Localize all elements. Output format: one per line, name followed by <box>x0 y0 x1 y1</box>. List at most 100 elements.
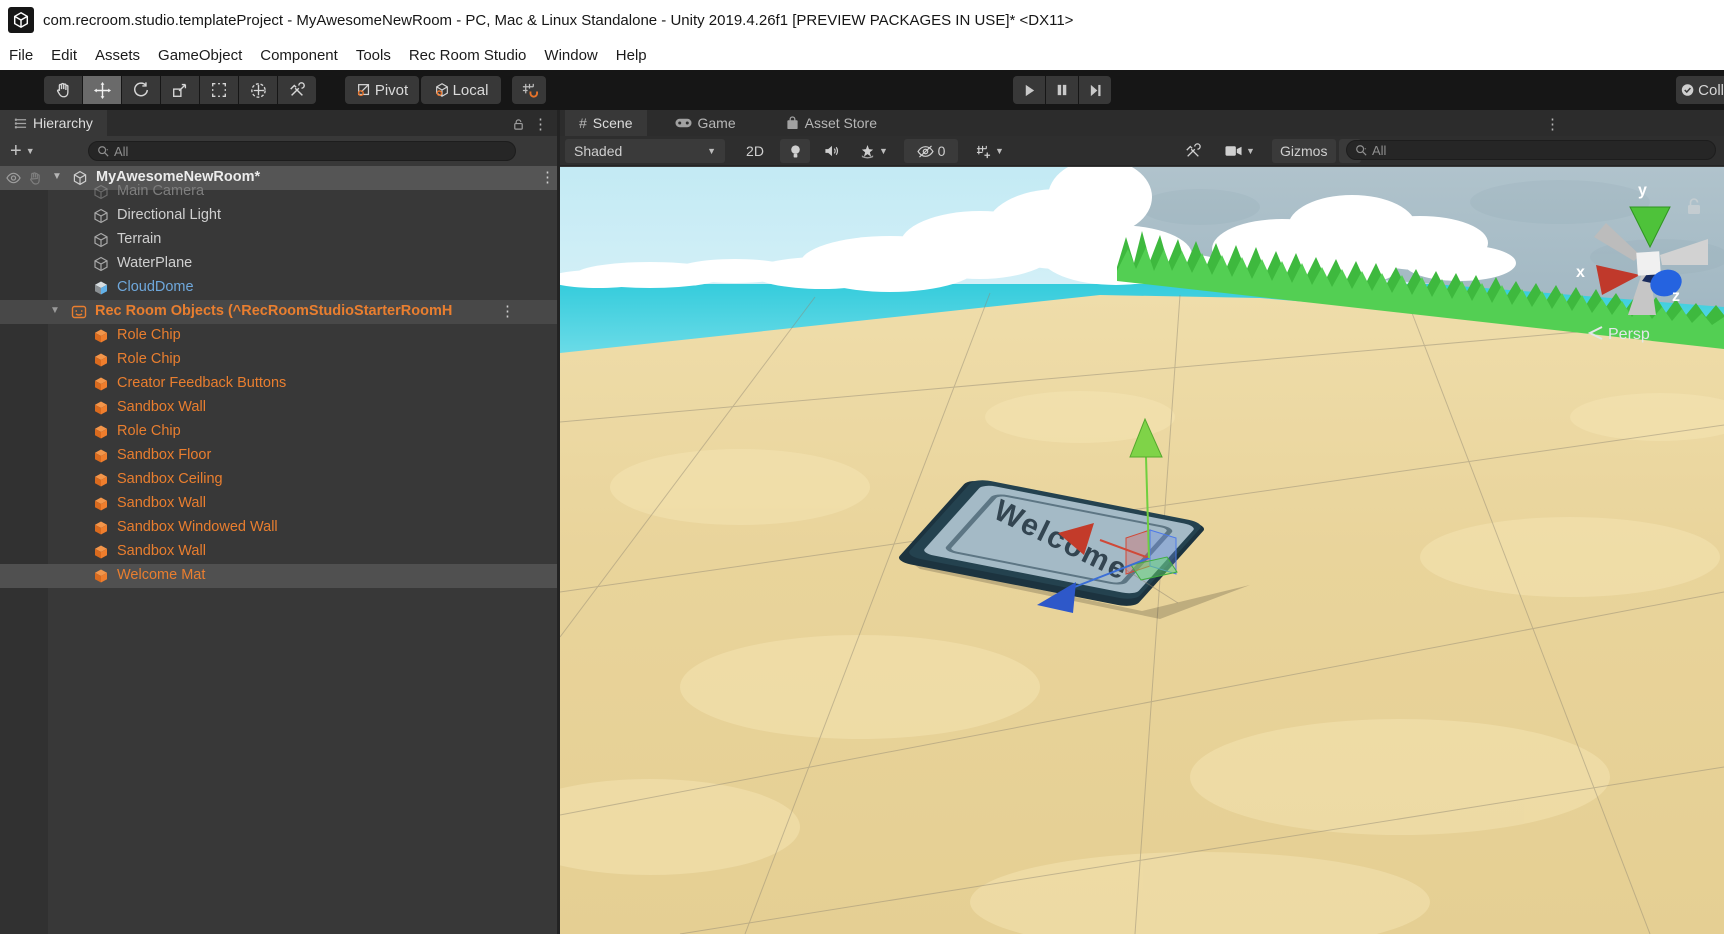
custom-tool-button[interactable] <box>278 76 316 104</box>
item-label: Main Camera <box>117 183 204 199</box>
projection-label[interactable]: Persp <box>1608 326 1650 343</box>
tab-asset-store[interactable]: Asset Store <box>772 110 891 136</box>
menu-file[interactable]: File <box>0 43 42 68</box>
pause-button[interactable] <box>1046 76 1078 104</box>
grid-snapping-button[interactable] <box>512 76 546 104</box>
hierarchy-item-rec-room-objects-recroomstudiostarterroomh[interactable]: ▼ Rec Room Objects (^RecRoomStudioStarter… <box>0 300 557 324</box>
hidden-objects-button[interactable]: 0 <box>904 139 958 163</box>
scene-menu-kebab-icon[interactable]: ⋮ <box>1545 115 1561 133</box>
hierarchy-search-input[interactable]: All <box>88 141 516 161</box>
scene-audio-button[interactable] <box>816 139 846 163</box>
hand-tool-button[interactable] <box>44 76 82 104</box>
menu-assets[interactable]: Assets <box>86 43 149 68</box>
hierarchy-item-sandbox-wall[interactable]: Sandbox Wall <box>0 540 557 564</box>
scene-search-input[interactable]: All <box>1346 140 1716 160</box>
item-label: CloudDome <box>117 279 194 295</box>
gizmos-label: Gizmos <box>1280 143 1327 159</box>
x-axis-label: x <box>1576 264 1585 281</box>
hierarchy-item-welcome-mat[interactable]: Welcome Mat <box>0 564 557 588</box>
cubeprefab-icon <box>93 280 109 296</box>
item-label: Sandbox Wall <box>117 399 206 415</box>
hierarchy-menu-kebab-icon[interactable]: ⋮ <box>533 115 549 133</box>
scene-lighting-button[interactable] <box>780 139 810 163</box>
shading-mode-dropdown[interactable]: Shaded ▼ <box>565 139 725 163</box>
hierarchy-item-sandbox-floor[interactable]: Sandbox Floor <box>0 444 557 468</box>
hierarchy-item-sandbox-ceiling[interactable]: Sandbox Ceiling <box>0 468 557 492</box>
tab-hierarchy[interactable]: Hierarchy <box>0 110 107 136</box>
hierarchy-item-role-chip[interactable]: Role Chip <box>0 348 557 372</box>
cubeorange-icon <box>93 424 109 440</box>
tab-hierarchy-label: Hierarchy <box>33 115 93 131</box>
create-dropdown-caret-icon[interactable]: ▼ <box>26 146 35 156</box>
row-kebab-icon[interactable]: ⋮ <box>500 302 515 320</box>
scene-effects-dropdown[interactable]: ▼ <box>850 139 898 163</box>
item-label: Terrain <box>117 231 161 247</box>
scene-viewport[interactable]: Welcome y x z <box>560 167 1724 934</box>
component-tools-button[interactable] <box>1176 139 1210 163</box>
menu-rec-room-studio[interactable]: Rec Room Studio <box>400 43 536 68</box>
gizmos-dropdown[interactable]: Gizmos <box>1272 139 1336 163</box>
tab-game-label: Game <box>698 115 736 131</box>
hierarchy-item-sandbox-wall[interactable]: Sandbox Wall <box>0 396 557 420</box>
item-label: Sandbox Wall <box>117 543 206 559</box>
local-toggle-button[interactable]: Local <box>421 76 501 104</box>
rotate-tool-button[interactable] <box>122 76 160 104</box>
hierarchy-item-sandbox-wall[interactable]: Sandbox Wall <box>0 492 557 516</box>
move-tool-button[interactable] <box>83 76 121 104</box>
pivot-label: Pivot <box>375 82 408 99</box>
hierarchy-item-directional-light[interactable]: Directional Light <box>0 204 557 228</box>
rect-tool-button[interactable] <box>200 76 238 104</box>
transform-tool-button[interactable] <box>239 76 277 104</box>
tab-scene[interactable]: # Scene <box>565 110 647 136</box>
hierarchy-item-role-chip[interactable]: Role Chip <box>0 420 557 444</box>
hierarchy-item-terrain[interactable]: Terrain <box>0 228 557 252</box>
step-button[interactable] <box>1079 76 1111 104</box>
shopping-bag-icon <box>786 116 799 130</box>
cube-icon <box>93 184 109 200</box>
hierarchy-item-creator-feedback-buttons[interactable]: Creator Feedback Buttons <box>0 372 557 396</box>
lock-icon[interactable] <box>512 118 525 131</box>
expand-arrow[interactable]: ▼ <box>50 305 60 316</box>
hierarchy-item-clouddome[interactable]: CloudDome <box>0 276 557 300</box>
menu-edit[interactable]: Edit <box>42 43 86 68</box>
item-label: Rec Room Objects (^RecRoomStudioStarterR… <box>95 303 452 319</box>
tab-asset-store-label: Asset Store <box>805 115 877 131</box>
menu-tools[interactable]: Tools <box>347 43 400 68</box>
menu-gameobject[interactable]: GameObject <box>149 43 251 68</box>
hierarchy-panel: Hierarchy ⋮ + ▼ All ▼ MyAwesomeNewRoom* … <box>0 110 557 934</box>
hierarchy-item-role-chip[interactable]: Role Chip <box>0 324 557 348</box>
cubeorange-icon <box>93 448 109 464</box>
tab-scene-label: Scene <box>593 115 633 131</box>
hierarchy-item-sandbox-windowed-wall[interactable]: Sandbox Windowed Wall <box>0 516 557 540</box>
cubeorange-icon <box>93 472 109 488</box>
menu-help[interactable]: Help <box>607 43 656 68</box>
scene-grid-visibility-dropdown[interactable]: ▼ <box>964 139 1016 163</box>
cubeorange-icon <box>93 568 109 584</box>
scale-tool-button[interactable] <box>161 76 199 104</box>
hierarchy-item-main-camera[interactable]: Main Camera <box>0 180 557 204</box>
play-button[interactable] <box>1013 76 1045 104</box>
item-label: Sandbox Wall <box>117 495 206 511</box>
create-plus-button[interactable]: + <box>10 142 22 160</box>
collab-button[interactable]: Coll <box>1676 76 1724 104</box>
gamepad-icon <box>675 117 692 129</box>
hierarchy-tab-bar: Hierarchy <box>0 110 557 136</box>
scene-camera-dropdown[interactable]: ▼ <box>1214 139 1266 163</box>
scene-tab-bar: # Scene Game Asset Store ⋮ <box>560 110 1724 136</box>
search-icon <box>97 145 109 157</box>
local-label: Local <box>453 82 489 99</box>
search-icon <box>1355 144 1367 156</box>
hierarchy-list-icon <box>14 117 27 130</box>
menu-component[interactable]: Component <box>251 43 347 68</box>
pivot-toggle-button[interactable]: Pivot <box>345 76 419 104</box>
2d-label: 2D <box>746 143 764 159</box>
menu-window[interactable]: Window <box>535 43 606 68</box>
tab-game[interactable]: Game <box>661 110 750 136</box>
hierarchy-panel-icons: ⋮ <box>512 115 549 133</box>
item-label: Sandbox Ceiling <box>117 471 223 487</box>
hierarchy-item-waterplane[interactable]: WaterPlane <box>0 252 557 276</box>
item-label: Creator Feedback Buttons <box>117 375 286 391</box>
hierarchy-search-placeholder: All <box>114 144 128 159</box>
gizmo-cube[interactable] <box>1636 251 1661 276</box>
2d-toggle-button[interactable]: 2D <box>738 139 772 163</box>
